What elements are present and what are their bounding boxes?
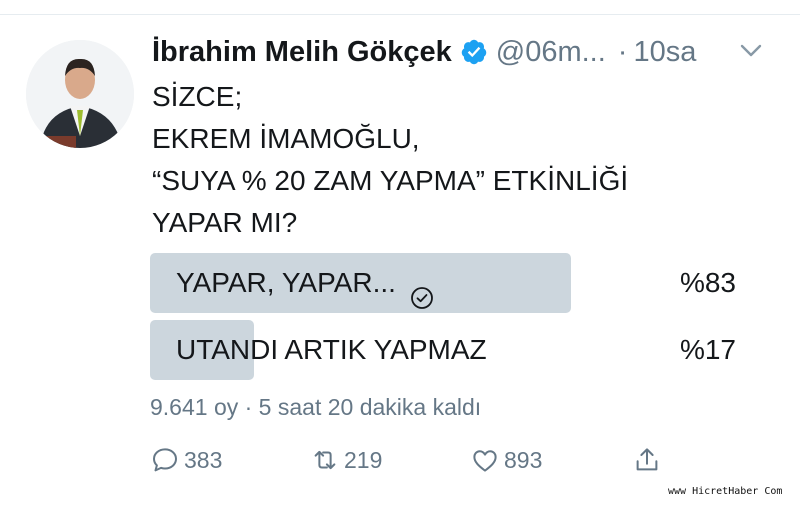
author-name[interactable]: İbrahim Melih Gökçek (152, 36, 452, 69)
author-handle[interactable]: @06m... (496, 36, 606, 69)
tweet-text: SİZCE; EKREM İMAMOĞLU, “SUYA % 20 ZAM YA… (152, 76, 628, 244)
verified-badge-icon (460, 38, 488, 66)
divider (0, 14, 800, 15)
tweet-actions: 383 219 893 (150, 438, 710, 482)
poll-option-1[interactable]: YAPAR, YAPAR... %83 (150, 253, 738, 313)
poll-option-label: YAPAR, YAPAR... (176, 267, 396, 298)
tweet-header: İbrahim Melih Gökçek @06m... · 10sa (152, 30, 696, 74)
tweet-line: YAPAR MI? (152, 207, 298, 238)
retweet-icon (314, 450, 336, 470)
reply-icon (153, 448, 177, 472)
tweet-line: SİZCE; (152, 81, 243, 112)
reply-button[interactable]: 383 (150, 438, 222, 482)
tweet-line: EKREM İMAMOĞLU, (152, 123, 420, 154)
like-button[interactable]: 893 (470, 438, 542, 482)
timestamp[interactable]: 10sa (633, 36, 696, 69)
reply-count: 383 (184, 446, 223, 473)
poll-percent: %17 (679, 334, 736, 365)
poll-meta: 9.641 oy · 5 saat 20 dakika kaldı (150, 394, 482, 420)
share-button[interactable] (632, 438, 666, 482)
avatar[interactable] (26, 40, 134, 148)
tweet-line: “SUYA % 20 ZAM YAPMA” ETKİNLİĞİ (152, 165, 629, 196)
poll-percent: %83 (679, 267, 736, 298)
separator: · (617, 35, 628, 68)
poll-option-2[interactable]: UTANDI ARTIK YAPMAZ %17 (150, 320, 738, 380)
retweet-button[interactable]: 219 (310, 438, 382, 482)
avatar-image (26, 40, 134, 148)
like-count: 893 (504, 446, 543, 473)
poll-option-label: UTANDI ARTIK YAPMAZ (176, 334, 487, 365)
watermark: www HicretHaber Com (668, 486, 783, 497)
check-circle-icon (410, 271, 434, 309)
share-icon (636, 448, 658, 471)
like-icon (473, 450, 497, 472)
chevron-down-icon[interactable] (738, 40, 764, 62)
retweet-count: 219 (344, 446, 383, 473)
